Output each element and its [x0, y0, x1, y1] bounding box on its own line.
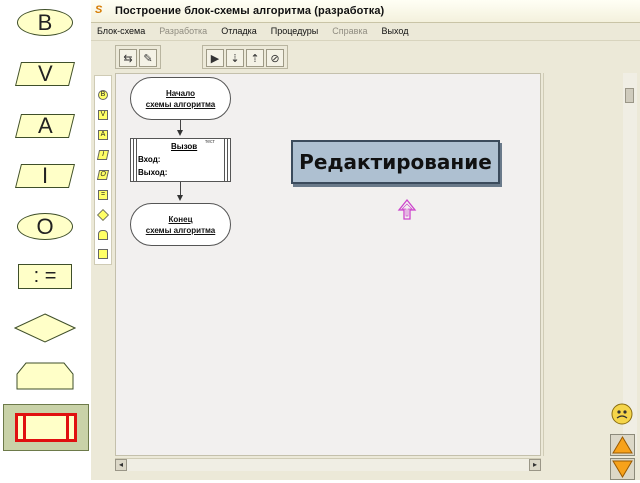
- menu-debug[interactable]: Отладка: [221, 26, 257, 36]
- flowchart-window: S Построение блок-схемы алгоритма (разра…: [91, 0, 640, 480]
- connector-line: [180, 182, 181, 195]
- menu-exit[interactable]: Выход: [382, 26, 409, 36]
- mode-banner-label: Редактирование: [299, 150, 492, 174]
- palette-subroutine-button[interactable]: [3, 404, 89, 451]
- menu-bar: Блок-схема Разработка Отладка Процедуры …: [91, 22, 640, 41]
- run-icon[interactable]: ▶: [206, 49, 224, 67]
- scroll-right-icon[interactable]: ▸: [529, 459, 541, 471]
- block-tool-strip: B V A I O =: [94, 75, 112, 265]
- toolbar-group-edit: ⇆ ✎: [115, 45, 161, 69]
- palette-input-label: V: [37, 61, 53, 86]
- menu-help[interactable]: Справка: [332, 26, 367, 36]
- tool-output-icon[interactable]: O: [96, 170, 110, 180]
- swap-icon[interactable]: ⇆: [119, 49, 137, 67]
- end-line1: Конец: [168, 214, 193, 224]
- palette-assignment-button[interactable]: : =: [18, 264, 72, 289]
- tool-input-icon[interactable]: V: [98, 110, 108, 120]
- palette-begin-button[interactable]: B: [17, 9, 73, 36]
- palette-loop-button[interactable]: [16, 362, 74, 390]
- start-line1: Начало: [166, 88, 195, 98]
- connector-line: [180, 120, 181, 130]
- arrow-head: [177, 195, 183, 201]
- stop-icon[interactable]: ⊘: [266, 49, 284, 67]
- palette-output-button[interactable]: O: [17, 213, 73, 240]
- arrow-up-icon[interactable]: [610, 434, 635, 459]
- title-bar: S Построение блок-схемы алгоритма (разра…: [91, 0, 640, 23]
- tool-loop-icon[interactable]: [98, 230, 108, 240]
- step-into-icon[interactable]: ⇣: [226, 49, 244, 67]
- scroll-left-icon[interactable]: ◂: [115, 459, 127, 471]
- right-pane: [543, 73, 617, 456]
- vertical-scrollbar[interactable]: [623, 73, 637, 456]
- start-line2: схемы алгоритма: [145, 99, 216, 109]
- palette-condition-button[interactable]: [14, 313, 76, 343]
- tool-read-icon[interactable]: I: [96, 150, 110, 160]
- palette-assignment-label: : =: [33, 265, 57, 287]
- tool-begin-icon[interactable]: B: [98, 90, 108, 100]
- call-output-label: Выход:: [138, 168, 168, 177]
- arrow-down-icon[interactable]: [610, 458, 635, 483]
- cursor-icon: [397, 198, 417, 220]
- flowchart-end-block[interactable]: Конец схемы алгоритма: [130, 203, 231, 246]
- flowchart-start-block[interactable]: Начало схемы алгоритма: [130, 77, 231, 120]
- palette-begin-label: B: [37, 9, 53, 35]
- palette-assign-in-button[interactable]: A: [15, 113, 75, 138]
- palette-assign-in-label: A: [37, 113, 53, 138]
- palette-read-label: I: [41, 163, 49, 188]
- delete-block-icon[interactable]: ✎: [139, 49, 157, 67]
- palette-input-button[interactable]: V: [15, 61, 75, 86]
- app-icon: S: [95, 4, 103, 16]
- tool-subroutine-icon[interactable]: [98, 249, 108, 259]
- palette-read-button[interactable]: I: [15, 163, 75, 188]
- menu-flowchart[interactable]: Блок-схема: [97, 26, 145, 36]
- call-note: тест: [205, 139, 215, 145]
- window-title: Построение блок-схемы алгоритма (разрабо…: [115, 5, 385, 17]
- step-over-icon[interactable]: ⇡: [246, 49, 264, 67]
- subroutine-icon: [15, 413, 77, 442]
- tool-assignment-icon[interactable]: =: [98, 190, 108, 200]
- smiley-icon[interactable]: [610, 402, 635, 427]
- toolbar: ⇆ ✎ ▶ ⇣ ⇡ ⊘: [91, 41, 640, 71]
- arrow-head: [177, 130, 183, 136]
- flowchart-canvas[interactable]: Начало схемы алгоритма Вызов тест Вход: …: [115, 73, 541, 456]
- menu-procedures[interactable]: Процедуры: [271, 26, 318, 36]
- tool-assign-icon[interactable]: A: [98, 130, 108, 140]
- call-title: Вызов: [171, 142, 198, 151]
- palette-output-label: O: [36, 213, 54, 239]
- flowchart-call-block[interactable]: Вызов тест Вход: Выход:: [130, 138, 231, 182]
- tool-condition-icon[interactable]: [96, 208, 110, 222]
- toolbar-group-debug: ▶ ⇣ ⇡ ⊘: [202, 45, 288, 69]
- end-line2: схемы алгоритма: [145, 225, 216, 235]
- mode-banner: Редактирование: [291, 140, 500, 184]
- scroll-thumb[interactable]: [625, 88, 634, 103]
- call-input-label: Вход:: [138, 155, 161, 164]
- menu-development[interactable]: Разработка: [159, 26, 207, 36]
- horizontal-scrollbar[interactable]: ◂ ▸: [115, 458, 541, 471]
